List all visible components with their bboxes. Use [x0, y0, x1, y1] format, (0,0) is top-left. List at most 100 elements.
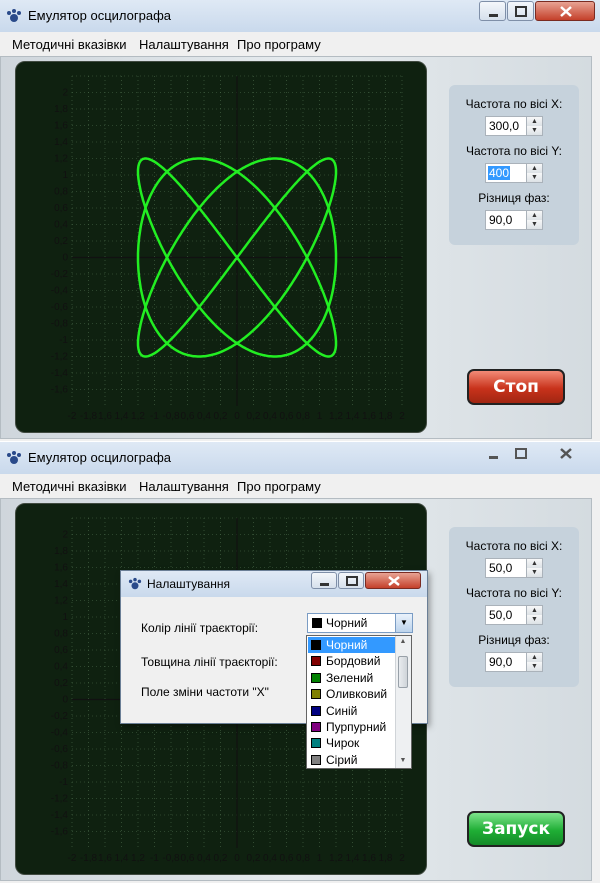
spin-down-icon[interactable]: ▼ — [526, 126, 542, 135]
maximize-button[interactable] — [507, 1, 534, 21]
color-option-label: Зелений — [326, 670, 374, 685]
dialog-close-button[interactable] — [365, 572, 421, 589]
controls-group: Частота по вісі X: 300,0 ▲ ▼ Частота по … — [449, 85, 579, 245]
freq-y-value[interactable]: 400 — [488, 166, 511, 180]
phase-spinner[interactable]: 90,0 ▲ ▼ — [485, 652, 543, 672]
dialog-maximize-button[interactable] — [338, 572, 364, 589]
menu-about[interactable]: Про програму — [237, 37, 321, 52]
freq-y-label: Частота по вісі Y: — [465, 144, 563, 158]
x-tick-label: -0,8 — [162, 411, 180, 422]
y-tick-label: -0,6 — [51, 302, 69, 313]
freq-x-value[interactable]: 50,0 — [488, 561, 513, 575]
color-option[interactable]: Чорний — [308, 637, 397, 653]
stop-button[interactable]: Стоп — [467, 369, 565, 405]
y-tick-label: 0,6 — [54, 645, 68, 656]
spin-down-icon[interactable]: ▼ — [526, 662, 542, 671]
color-option[interactable]: Сірий — [308, 752, 397, 768]
x-tick-label: 1,2 — [131, 853, 145, 864]
menu-about[interactable]: Про програму — [237, 479, 321, 494]
color-option[interactable]: Пурпурний — [308, 719, 397, 735]
color-swatch — [311, 705, 321, 716]
line-color-select[interactable]: Чорний ▼ — [307, 613, 413, 633]
oscilloscope-plot: -2 -1,8 1,6 1,4 1,2 -1 -0,8 0,6 0,4 0,2 0 0,2 0,4 0,6… — [51, 75, 405, 422]
x-tick-label: 0,4 — [197, 853, 211, 864]
phase-value[interactable]: 90,0 — [488, 655, 513, 669]
color-swatch — [311, 672, 321, 683]
y-tick-label: 0 — [62, 253, 68, 264]
phase-spinner[interactable]: 90,0 ▲ ▼ — [485, 210, 543, 230]
freq-field-label: Поле зміни частоти "X" — [141, 685, 269, 699]
spin-up-icon[interactable]: ▲ — [526, 164, 542, 173]
color-option[interactable]: Бордовий — [308, 653, 397, 669]
x-tick-label: 0,2 — [214, 853, 228, 864]
minimize-icon — [489, 456, 498, 459]
dialog-minimize-button[interactable] — [311, 572, 337, 589]
color-option-label: Чирок — [326, 736, 360, 751]
spin-up-icon[interactable]: ▲ — [526, 606, 542, 615]
y-tick-label: 0 — [62, 695, 68, 706]
close-button[interactable] — [535, 443, 595, 463]
dropdown-scrollbar[interactable]: ▲ ▼ — [395, 636, 411, 768]
minimize-button[interactable] — [479, 443, 506, 463]
phase-value[interactable]: 90,0 — [488, 213, 513, 227]
dialog-title-bar: Налаштування — [121, 571, 427, 597]
spin-up-icon[interactable]: ▲ — [526, 211, 542, 220]
spin-up-icon[interactable]: ▲ — [526, 653, 542, 662]
x-tick-label: 0,6 — [280, 853, 294, 864]
freq-y-value[interactable]: 50,0 — [488, 608, 513, 622]
close-button[interactable] — [535, 1, 595, 21]
maximize-button[interactable] — [507, 443, 534, 463]
chevron-down-icon[interactable]: ▼ — [395, 614, 412, 632]
y-tick-label: -0,8 — [51, 761, 69, 772]
y-tick-label: 0,2 — [54, 678, 68, 689]
y-tick-label: -0,8 — [51, 319, 69, 330]
oscilloscope-screen: -2 -1,8 1,6 1,4 1,2 -1 -0,8 0,6 0,4 0,2 0 0,2 0,4 0,6… — [15, 61, 427, 433]
menu-guidelines[interactable]: Методичні вказівки — [12, 37, 127, 52]
y-tick-label: 1,6 — [54, 121, 68, 132]
scroll-down-icon[interactable]: ▼ — [396, 757, 410, 764]
y-tick-label: 1,6 — [54, 563, 68, 574]
menu-settings[interactable]: Налаштування — [139, 37, 229, 52]
color-option[interactable]: Оливковий — [308, 686, 397, 702]
freq-x-spinner[interactable]: 50,0 ▲ ▼ — [485, 558, 543, 578]
y-tick-label: -1,4 — [51, 368, 69, 379]
menu-settings[interactable]: Налаштування — [139, 479, 229, 494]
paw-icon — [7, 451, 21, 464]
color-option[interactable]: Зелений — [308, 670, 397, 686]
scroll-up-icon[interactable]: ▲ — [396, 638, 410, 645]
color-option-label: Оливковий — [326, 687, 388, 702]
x-tick-label: -1,8 — [80, 853, 98, 864]
x-tick-label: -1 — [150, 411, 159, 422]
freq-x-spinner[interactable]: 300,0 ▲ ▼ — [485, 116, 543, 136]
start-button[interactable]: Запуск — [467, 811, 565, 847]
spin-down-icon[interactable]: ▼ — [526, 615, 542, 624]
spin-up-icon[interactable]: ▲ — [526, 559, 542, 568]
close-icon — [388, 576, 400, 586]
scrollbar-thumb[interactable] — [398, 656, 408, 688]
spin-down-icon[interactable]: ▼ — [526, 220, 542, 229]
x-tick-label: -1,8 — [80, 411, 98, 422]
y-tick-label: 0,8 — [54, 187, 68, 198]
window-title: Емулятор осцилографа — [28, 8, 171, 23]
x-tick-label: 1,8 — [379, 411, 393, 422]
freq-x-value[interactable]: 300,0 — [488, 119, 520, 133]
line-width-label: Товщина лінії траєкторії: — [141, 655, 278, 669]
minimize-icon — [320, 583, 329, 586]
spin-down-icon[interactable]: ▼ — [526, 173, 542, 182]
freq-y-spinner[interactable]: 400 ▲ ▼ — [485, 163, 543, 183]
y-tick-label: 0,4 — [54, 662, 68, 673]
freq-y-spinner[interactable]: 50,0 ▲ ▼ — [485, 605, 543, 625]
y-tick-label: -1,2 — [51, 794, 69, 805]
y-tick-label: 1,2 — [54, 154, 68, 165]
spin-up-icon[interactable]: ▲ — [526, 117, 542, 126]
spin-down-icon[interactable]: ▼ — [526, 568, 542, 577]
minimize-button[interactable] — [479, 1, 506, 21]
color-option[interactable]: Чирок — [308, 735, 397, 751]
color-option-label: Синій — [326, 703, 358, 718]
color-option[interactable]: Синій — [308, 703, 397, 719]
menu-guidelines[interactable]: Методичні вказівки — [12, 479, 127, 494]
color-swatch — [312, 618, 322, 628]
x-tick-label: 0,4 — [263, 411, 277, 422]
y-tick-label: -0,2 — [51, 711, 69, 722]
color-option-label: Сірий — [326, 752, 358, 767]
